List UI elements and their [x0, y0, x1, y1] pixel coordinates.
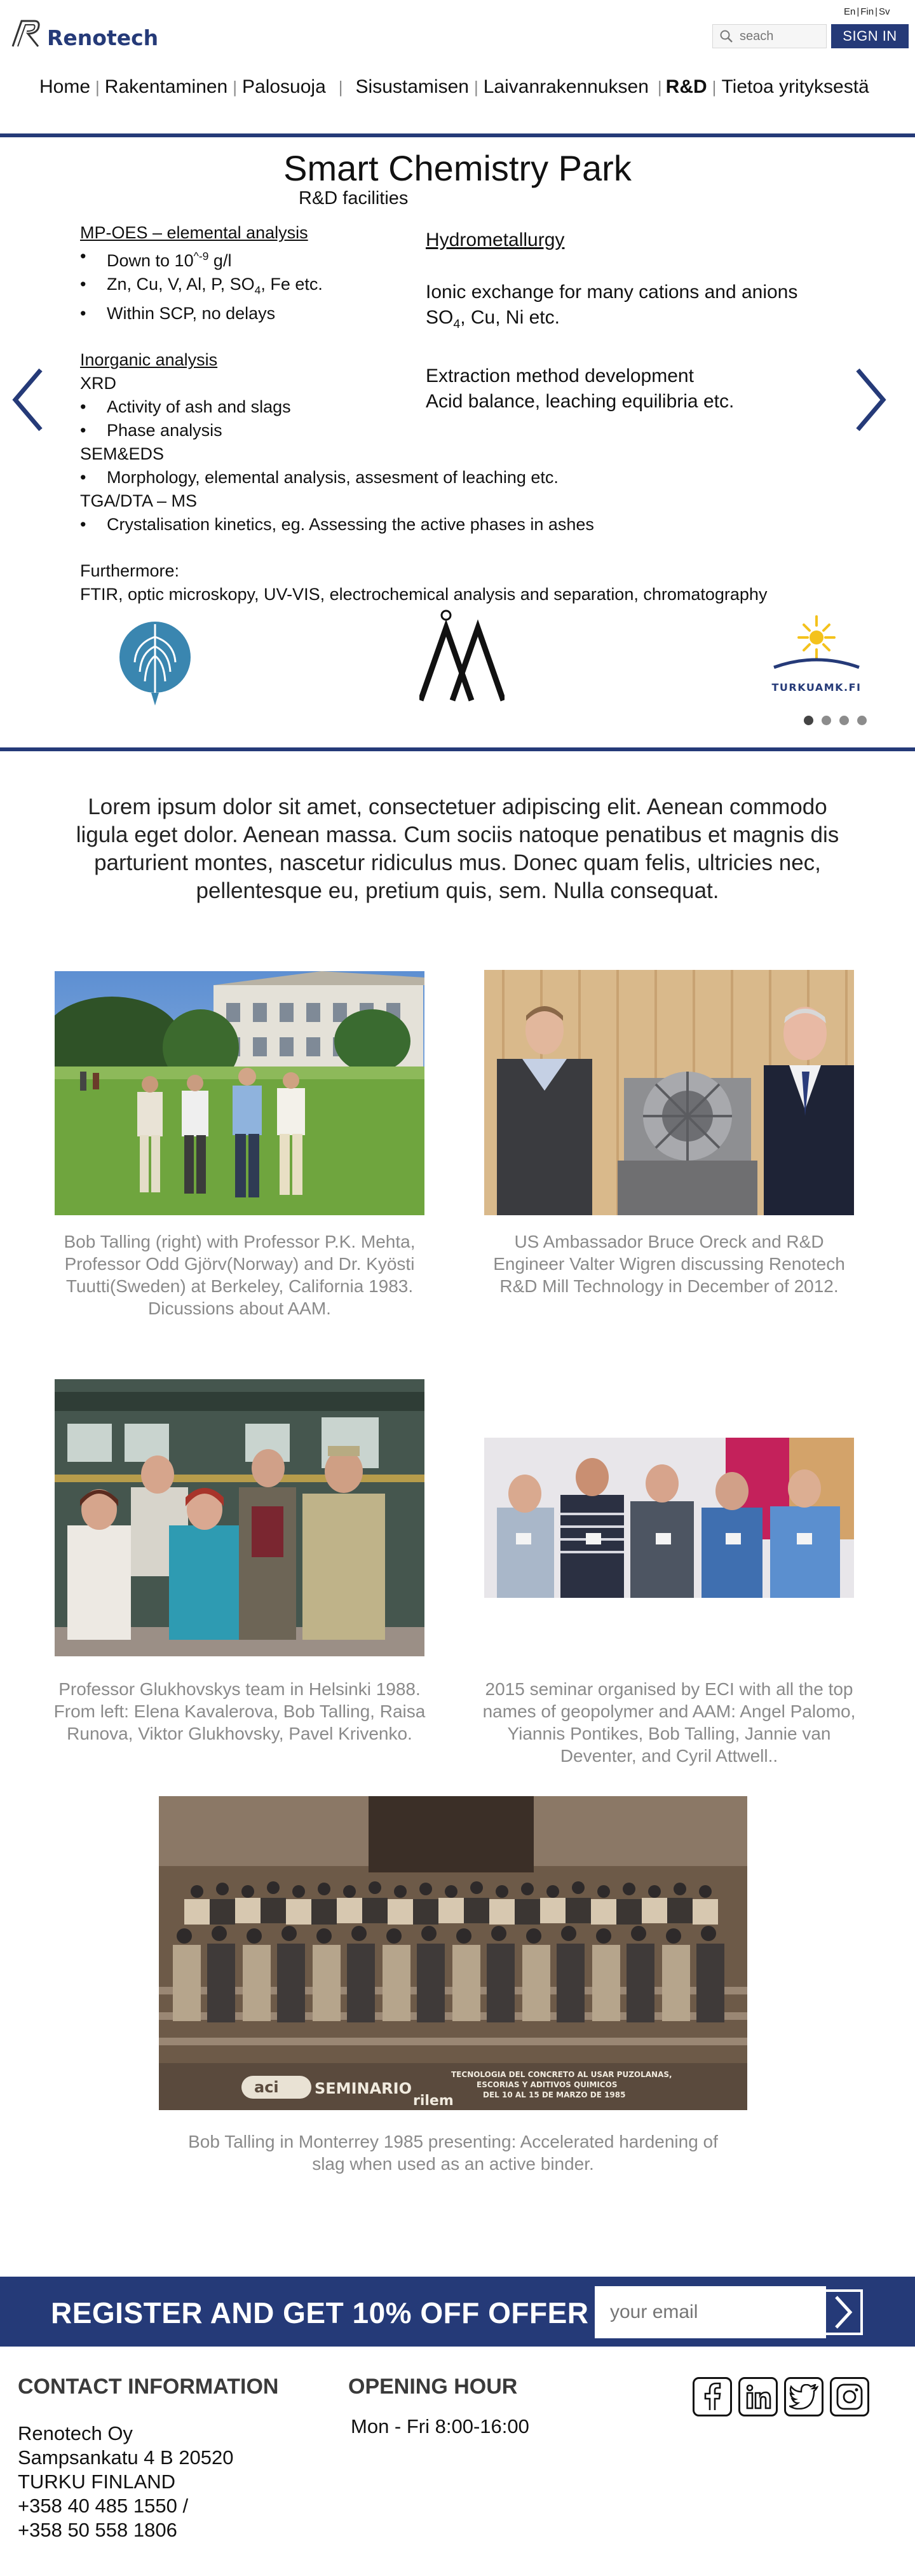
- nav-separator: |: [657, 77, 662, 97]
- nav-item-rakentaminen[interactable]: Rakentaminen: [105, 76, 227, 98]
- register-banner: REGISTER AND GET 10% OFF OFFER: [0, 2277, 915, 2347]
- photo-eci-seminar-2015: [484, 1438, 854, 1598]
- search-box: [712, 24, 827, 48]
- tga-label: TGA/DTA – MS: [80, 491, 198, 511]
- slider-dot-1[interactable]: [804, 716, 813, 725]
- lang-fin[interactable]: Fin: [860, 6, 874, 17]
- photo-caption-3: Professor Glukhovskys team in Helsinki 1…: [53, 1679, 426, 1743]
- main-nav: Home | Rakentaminen | Palosuoja | Sisust…: [39, 76, 869, 98]
- contact-heading: CONTACT INFORMATION: [18, 2375, 279, 2399]
- photo-helsinki-1988: [55, 1379, 424, 1656]
- slide-right-column: Hydrometallurgy Ionic exchange for many …: [426, 228, 832, 414]
- opening-hours: Mon - Fri 8:00-16:00: [351, 2415, 529, 2437]
- language-switcher: En | Fin | Sv: [844, 6, 890, 17]
- list-item: • Phase analysis: [80, 421, 222, 440]
- photo-caption-2: US Ambassador Bruce Oreck and R&D Engine…: [493, 1232, 845, 1296]
- slider-prev-arrow-icon[interactable]: [9, 365, 47, 435]
- lang-sv[interactable]: Sv: [879, 6, 890, 17]
- aci-banner-text: aci: [254, 2078, 279, 2096]
- lang-en[interactable]: En: [844, 6, 855, 17]
- search-icon[interactable]: [719, 29, 733, 43]
- slider-dots: [804, 716, 867, 725]
- nav-separator: |: [233, 77, 238, 97]
- email-submit-button[interactable]: [824, 2289, 863, 2335]
- slider-next-arrow-icon[interactable]: [851, 365, 890, 435]
- photo-monterrey-1985: aci SEMINARIO rilem TECNOLOGIA DEL CONCR…: [159, 1796, 747, 2110]
- hydro-line: Acid balance, leaching equilibria etc.: [426, 391, 735, 412]
- nav-item-laivanrakennuksen[interactable]: Laivanrakennuksen: [484, 76, 649, 98]
- sign-in-button[interactable]: SIGN IN: [831, 24, 909, 48]
- banner-line-1: TECNOLOGIA DEL CONCRETO AL USAR PUZOLANA…: [451, 2070, 672, 2079]
- site-header: Renotech En|Fin|Sv SIGN IN Home | Rakent…: [0, 0, 915, 133]
- slider-divider: [0, 747, 915, 751]
- hero-slider: Smart Chemistry Park R&D facilities MP-O…: [0, 137, 915, 749]
- nav-separator: |: [473, 77, 478, 97]
- phone-number[interactable]: +358 40 485 1550 /: [18, 2494, 234, 2518]
- twitter-icon[interactable]: [784, 2377, 824, 2416]
- sem-label: SEM&EDS: [80, 444, 165, 464]
- photo-caption-5: Bob Talling in Monterrey 1985 presenting…: [188, 2132, 718, 2174]
- university-emblem-icon: [119, 622, 191, 705]
- street-address: Sampsankatu 4 B 20520: [18, 2446, 234, 2469]
- instagram-icon[interactable]: [830, 2377, 869, 2416]
- photo-caption-4: 2015 seminar organised by ECI with all t…: [482, 1679, 856, 1766]
- furthermore-text: FTIR, optic microskopy, UV-VIS, electroc…: [80, 585, 768, 604]
- email-box: [595, 2286, 826, 2338]
- list-item: • Crystalisation kinetics, eg. Assessing …: [80, 515, 594, 535]
- chevron-right-icon: [835, 2296, 853, 2329]
- nav-item-rd[interactable]: R&D: [666, 76, 707, 98]
- hydro-line: SO4, Cu, Ni etc.: [426, 307, 560, 331]
- list-item: • Morphology, elemental analysis, assesme…: [80, 468, 559, 487]
- linkedin-icon[interactable]: [738, 2377, 778, 2416]
- phone-number[interactable]: +358 50 558 1806: [18, 2518, 234, 2542]
- nav-item-sisustamisen[interactable]: Sisustamisen: [356, 76, 469, 98]
- renotech-logo-icon: [11, 20, 40, 47]
- banner-line-2: ESCORIAS Y ADITIVOS QUIMICOS: [477, 2080, 617, 2089]
- photo-berkeley-1983: [55, 971, 424, 1215]
- search-input[interactable]: [740, 29, 822, 44]
- nav-separator: |: [338, 77, 343, 97]
- slide-subtitle: R&D facilities: [299, 188, 409, 208]
- slide-title: Smart Chemistry Park: [283, 148, 632, 188]
- hydrometallurgy-heading: Hydrometallurgy: [426, 229, 565, 250]
- slider-dot-3[interactable]: [839, 716, 849, 725]
- turkuamk-label: TURKUAMK.FI: [771, 681, 862, 693]
- contact-info: Renotech Oy Sampsankatu 4 B 20520 TURKU …: [18, 2422, 234, 2542]
- seminario-banner-text: SEMINARIO: [315, 2080, 412, 2097]
- nav-separator: |: [95, 77, 100, 97]
- facebook-icon[interactable]: [693, 2377, 732, 2416]
- intro-text: Lorem ipsum dolor sit amet, consectetuer…: [76, 794, 839, 903]
- hydro-line: Extraction method development: [426, 365, 694, 386]
- furthermore-label: Furthermore:: [80, 561, 180, 581]
- nav-separator: |: [712, 77, 717, 97]
- hydro-line: Ionic exchange for many cations and anio…: [426, 282, 798, 303]
- photo-caption-1: Bob Talling (right) with Professor P.K. …: [64, 1232, 416, 1318]
- swoosh-icon: [773, 658, 860, 669]
- aa-emblem-icon: [419, 610, 505, 702]
- turkuamk-logo: TURKUAMK.FI: [769, 615, 864, 704]
- photo-ambassador-2012: [484, 970, 854, 1215]
- brand-name: Renotech: [47, 25, 159, 50]
- slider-dot-4[interactable]: [857, 716, 867, 725]
- company-name: Renotech Oy: [18, 2422, 133, 2444]
- rilem-banner-text: rilem: [413, 2093, 454, 2109]
- register-offer-text: REGISTER AND GET 10% OFF OFFER: [51, 2296, 589, 2329]
- city-address: TURKU FINLAND: [18, 2470, 176, 2493]
- nav-item-palosuoja[interactable]: Palosuoja: [242, 76, 326, 98]
- email-input[interactable]: [610, 2301, 801, 2323]
- nav-item-home[interactable]: Home: [39, 76, 90, 98]
- nav-item-tietoa-yrityksesta[interactable]: Tietoa yrityksestä: [721, 76, 869, 98]
- slider-dot-2[interactable]: [822, 716, 831, 725]
- site-logo[interactable]: Renotech: [9, 14, 158, 52]
- hours-heading: OPENING HOUR: [348, 2375, 518, 2399]
- banner-line-3: DEL 10 AL 15 DE MARZO DE 1985: [483, 2090, 625, 2099]
